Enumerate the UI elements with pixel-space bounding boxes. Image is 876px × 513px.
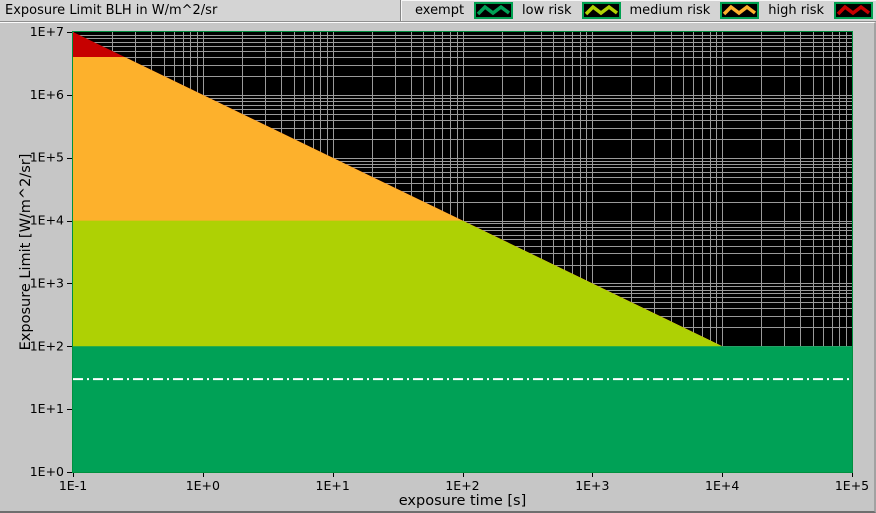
y-axis-tick-label[interactable]: 1E+2	[30, 338, 64, 353]
x-axis-tick-label[interactable]: 1E-1	[59, 478, 87, 493]
app-window: Exposure Limit BLH in W/m^2/sr exempt low…	[0, 0, 876, 513]
x-axis-tick-label[interactable]: 1E+1	[316, 478, 350, 493]
legend-label-medium-risk[interactable]: medium risk	[630, 3, 711, 18]
risk-chart: 1E-11E+01E+11E+21E+31E+41E+51E+01E+11E+2…	[0, 23, 872, 511]
y-axis-tick-label[interactable]: 1E+4	[30, 213, 64, 228]
chart-title: Exposure Limit BLH in W/m^2/sr	[5, 3, 217, 18]
legend-item-high-risk[interactable]: high risk	[768, 2, 873, 19]
legend-waveform-icon-exempt[interactable]	[474, 2, 513, 19]
x-axis-tick-label[interactable]: 1E+4	[705, 478, 739, 493]
x-axis-tick-label[interactable]: 1E+2	[445, 478, 479, 493]
y-axis-tick-label[interactable]: 1E+5	[30, 150, 64, 165]
y-axis-tick-label[interactable]: 1E+1	[30, 401, 64, 416]
x-axis-tick-label[interactable]: 1E+3	[575, 478, 609, 493]
y-axis-tick-label[interactable]: 1E+0	[30, 464, 64, 479]
legend-item-exempt[interactable]: exempt	[415, 2, 513, 19]
y-axis-tick-label[interactable]: 1E+3	[30, 275, 64, 290]
plot-legend: exempt low risk medium risk high risk	[400, 0, 876, 21]
y-axis-tick-label[interactable]: 1E+7	[30, 24, 64, 39]
legend-label-low-risk[interactable]: low risk	[522, 3, 572, 18]
header-bar: Exposure Limit BLH in W/m^2/sr exempt low…	[0, 0, 876, 22]
legend-waveform-icon-low-risk[interactable]	[582, 2, 621, 19]
legend-item-low-risk[interactable]: low risk	[522, 2, 621, 19]
x-axis-title: exposure time [s]	[399, 493, 526, 509]
legend-label-high-risk[interactable]: high risk	[768, 3, 824, 18]
legend-label-exempt[interactable]: exempt	[415, 3, 464, 18]
chart-panel: 1E-11E+01E+11E+21E+31E+41E+51E+01E+11E+2…	[0, 22, 876, 513]
x-axis-tick-label[interactable]: 1E+0	[186, 478, 220, 493]
y-axis-title: Exposure Limit [W/m^2/sr]	[18, 154, 34, 351]
y-axis-tick-label[interactable]: 1E+6	[30, 87, 64, 102]
legend-item-medium-risk[interactable]: medium risk	[630, 2, 760, 19]
legend-waveform-icon-high-risk[interactable]	[834, 2, 873, 19]
x-axis-tick-label[interactable]: 1E+5	[835, 478, 869, 493]
series-fill-exempt	[73, 346, 852, 472]
legend-waveform-icon-medium-risk[interactable]	[720, 2, 759, 19]
